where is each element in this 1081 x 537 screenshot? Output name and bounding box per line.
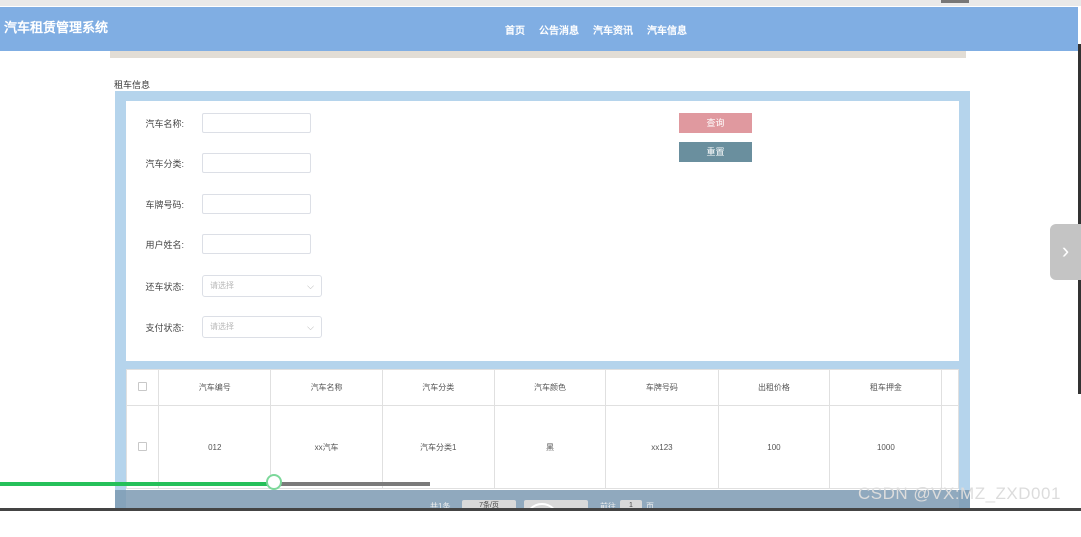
reset-button[interactable]: 重置 (679, 142, 752, 162)
top-tab-indicator (941, 0, 969, 3)
car-name-input[interactable] (202, 113, 311, 133)
cell-overflow (941, 405, 959, 489)
cell-deposit: 1000 (829, 405, 943, 489)
car-category-input[interactable] (202, 153, 311, 173)
col-deposit: 租车押金 (829, 369, 943, 406)
col-car-name: 汽车名称 (270, 369, 383, 406)
car-name-label: 汽车名称: (145, 118, 184, 129)
table-header-row: 汽车编号 汽车名称 汽车分类 汽车颜色 车牌号码 出租价格 租车押金 (125, 369, 959, 406)
field-row-car-category: 汽车分类: (126, 153, 311, 173)
col-car-category: 汽车分类 (381, 369, 495, 406)
select-all-cell (125, 369, 160, 406)
search-form: 汽车名称: 汽车分类: 车牌号码: 用户姓名: 还车状态: 请选择 ⌵ 支付状态… (126, 101, 959, 361)
main-nav: 首页 公告消息 汽车资讯 汽车信息 (505, 22, 687, 37)
chevron-right-icon[interactable]: › (1050, 224, 1081, 280)
browser-top-bar (0, 0, 1081, 6)
user-name-input[interactable] (202, 234, 311, 254)
col-car-id: 汽车编号 (158, 369, 272, 406)
section-title: 租车信息 (114, 80, 151, 90)
col-car-color: 汽车颜色 (493, 369, 607, 406)
header: 汽车租赁管理系统 首页 公告消息 汽车资讯 汽车信息 (0, 7, 1078, 51)
col-plate: 车牌号码 (605, 369, 719, 406)
nav-car-news[interactable]: 汽车资讯 (593, 22, 633, 37)
cell-car-color: 黑 (493, 405, 607, 489)
nav-announcements[interactable]: 公告消息 (539, 22, 579, 37)
payment-status-label: 支付状态: (145, 322, 184, 333)
results-table: 汽车编号 汽车名称 汽车分类 汽车颜色 车牌号码 出租价格 租车押金 012 x… (125, 369, 959, 489)
payment-status-select[interactable]: 请选择 ⌵ (202, 316, 322, 338)
watermark: CSDN @VX:MZ_ZXD001 (858, 484, 1061, 503)
nav-car-info[interactable]: 汽车信息 (647, 22, 687, 37)
return-status-select[interactable]: 请选择 ⌵ (202, 275, 322, 297)
field-row-plate: 车牌号码: (126, 194, 311, 214)
cell-car-name: xx汽车 (270, 405, 383, 489)
app-title: 汽车租赁管理系统 (4, 20, 109, 35)
select-all-checkbox[interactable] (138, 382, 148, 391)
row-select-cell (125, 405, 160, 489)
field-row-username: 用户姓名: (126, 234, 311, 254)
cell-plate: xx123 (605, 405, 719, 489)
chevron-down-icon: ⌵ (307, 322, 314, 332)
video-progress-fill (0, 482, 275, 486)
row-checkbox[interactable] (138, 441, 148, 451)
table-row: 012 xx汽车 汽车分类1 黑 xx123 100 1000 (125, 405, 959, 489)
col-rent-price: 出租价格 (717, 369, 831, 406)
query-button[interactable]: 查询 (679, 113, 752, 133)
cell-car-category: 汽车分类1 (381, 405, 495, 489)
cell-car-id: 012 (158, 405, 272, 489)
field-row-payment-status: 支付状态: 请选择 ⌵ (126, 316, 322, 338)
col-overflow (941, 369, 959, 406)
field-row-return-status: 还车状态: 请选择 ⌵ (126, 275, 322, 297)
payment-status-placeholder: 请选择 (210, 322, 234, 331)
nav-home[interactable]: 首页 (505, 22, 525, 37)
return-status-placeholder: 请选择 (210, 281, 234, 290)
chevron-down-icon: ⌵ (307, 281, 314, 291)
sub-header-bar (110, 51, 966, 58)
plate-number-label: 车牌号码: (145, 199, 184, 210)
cell-rent-price: 100 (717, 405, 831, 489)
user-name-label: 用户姓名: (145, 239, 184, 250)
return-status-label: 还车状态: (145, 281, 184, 292)
video-progress-handle[interactable] (266, 474, 282, 490)
field-row-car-name: 汽车名称: (126, 113, 311, 133)
car-category-label: 汽车分类: (145, 158, 184, 169)
plate-number-input[interactable] (202, 194, 311, 214)
